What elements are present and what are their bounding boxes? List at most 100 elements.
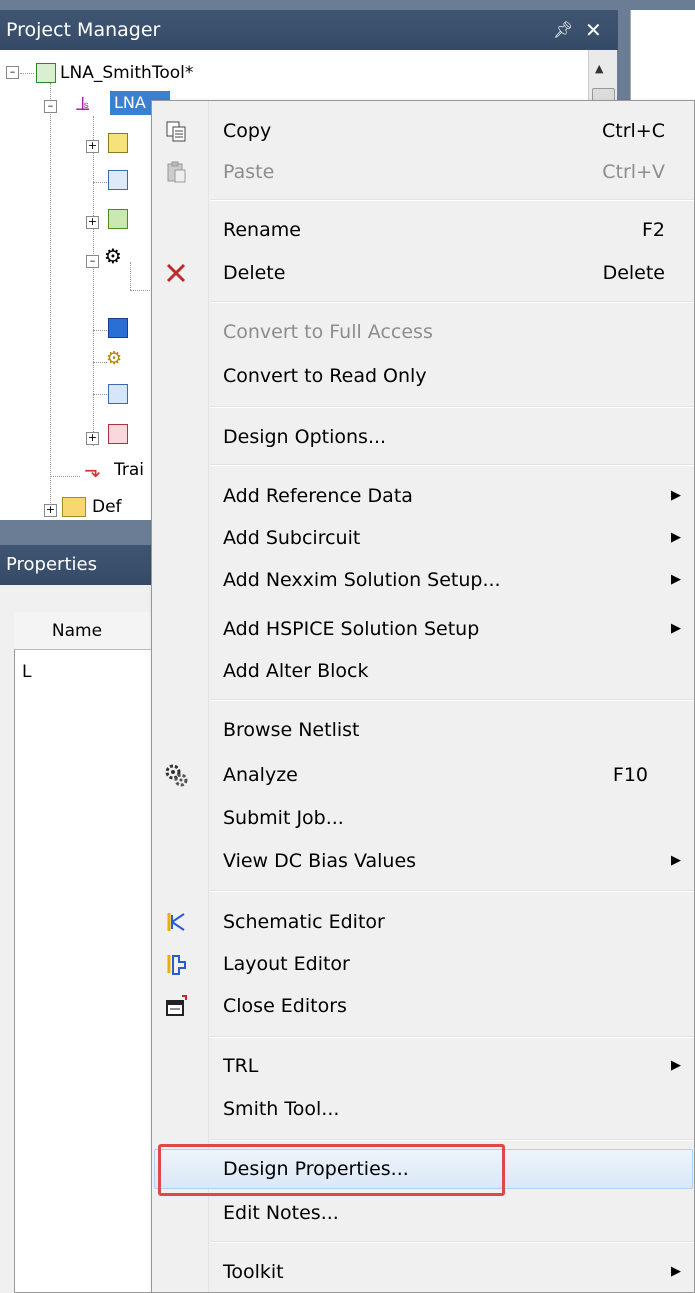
menu-item-smith-tool[interactable]: Smith Tool...: [152, 1089, 695, 1129]
menu-item-shortcut: Delete: [602, 262, 665, 284]
tree-expander[interactable]: +: [86, 136, 99, 156]
properties-column-name[interactable]: Name: [14, 612, 160, 650]
component-icon: [108, 170, 128, 190]
folder-icon: [62, 497, 86, 517]
tree-expander[interactable]: +: [86, 212, 99, 232]
tree-design-expander[interactable]: –: [44, 96, 57, 116]
menu-separator: [210, 406, 694, 408]
tree-expander[interactable]: +: [86, 428, 99, 448]
collapse-icon[interactable]: –: [6, 65, 19, 79]
setup-icon: ⚙: [106, 348, 123, 369]
properties-titlebar: Properties: [0, 545, 160, 585]
menu-item-shortcut: Ctrl+V: [602, 161, 665, 183]
menu-item-label: TRL: [223, 1055, 259, 1077]
menu-item-label: Browse Netlist: [223, 719, 360, 741]
annotation-highlight-box: [158, 1144, 505, 1196]
menu-item-label: View DC Bias Values: [223, 850, 417, 872]
analyze-icon: [165, 764, 188, 787]
properties-title: Properties: [6, 554, 97, 575]
menu-item-delete[interactable]: Delete Delete: [152, 253, 695, 293]
context-menu: Copy Ctrl+C Paste Ctrl+V Rename F2 Delet…: [151, 100, 695, 1293]
menu-item-close-editors[interactable]: Close Editors: [152, 986, 695, 1026]
paste-icon: [167, 161, 186, 183]
menu-item-add-subcircuit[interactable]: Add Subcircuit ▶: [152, 518, 695, 558]
properties-grid: [14, 612, 160, 1293]
menu-item-trl[interactable]: TRL ▶: [152, 1046, 695, 1086]
menu-item-label: Add HSPICE Solution Setup: [223, 618, 480, 640]
menu-item-label: Add Alter Block: [223, 660, 369, 682]
tree-line: [93, 362, 107, 363]
tree-expander[interactable]: +: [44, 500, 57, 520]
menu-item-schematic-editor[interactable]: Schematic Editor: [152, 902, 695, 942]
close-editors-icon: [166, 995, 187, 1016]
properties-cell[interactable]: L: [22, 662, 31, 682]
menu-item-submit-job[interactable]: Submit Job...: [152, 798, 695, 838]
menu-separator: [210, 890, 694, 892]
menu-item-shortcut: Ctrl+C: [602, 120, 665, 142]
menu-separator: [210, 699, 694, 701]
tree-line: [93, 116, 94, 446]
tree-item-definitions[interactable]: Def: [92, 497, 122, 517]
menu-item-browse-netlist[interactable]: Browse Netlist: [152, 710, 695, 750]
collapse-icon[interactable]: –: [44, 99, 57, 113]
menu-item-design-options[interactable]: Design Options...: [152, 417, 695, 457]
menu-item-convert-full-access[interactable]: Convert to Full Access: [152, 312, 695, 352]
menu-item-add-nexxim-setup[interactable]: Add Nexxim Solution Setup... ▶: [152, 560, 695, 600]
menu-item-label: Delete: [223, 262, 286, 284]
scroll-up-icon[interactable]: ▲: [595, 62, 603, 75]
submenu-arrow-icon: ▶: [671, 621, 681, 636]
menu-item-label: Convert to Full Access: [223, 321, 433, 343]
tree-root-label[interactable]: LNA_SmithTool*: [60, 62, 193, 84]
close-icon[interactable]: ✕: [585, 10, 602, 50]
menu-item-add-reference-data[interactable]: Add Reference Data ▶: [152, 476, 695, 516]
tree-line: [50, 476, 80, 477]
tree-expander[interactable]: –: [86, 251, 99, 271]
menu-item-label: Edit Notes...: [223, 1202, 339, 1224]
menu-item-label: Close Editors: [223, 995, 347, 1017]
menu-item-add-alter-block[interactable]: Add Alter Block: [152, 651, 695, 691]
pin-icon[interactable]: 📌︎: [553, 10, 573, 50]
menu-separator: [210, 301, 694, 303]
menu-item-analyze[interactable]: Analyze F10: [152, 755, 695, 795]
menu-item-paste[interactable]: Paste Ctrl+V: [152, 152, 695, 192]
menu-item-copy[interactable]: Copy Ctrl+C: [152, 111, 695, 151]
submenu-arrow-icon: ▶: [671, 488, 681, 503]
menu-separator: [210, 1139, 694, 1141]
submenu-arrow-icon: ▶: [671, 1264, 681, 1279]
menu-item-shortcut: F10: [612, 764, 648, 786]
menu-item-toolkit[interactable]: Toolkit ▶: [152, 1252, 695, 1292]
menu-item-layout-editor[interactable]: Layout Editor: [152, 944, 695, 984]
delete-icon: [166, 263, 186, 283]
submenu-arrow-icon: ▶: [671, 1058, 681, 1073]
menu-item-label: Smith Tool...: [223, 1098, 340, 1120]
project-manager-titlebar: Project Manager 📌︎ ✕: [0, 10, 618, 50]
analysis-icon: ⚙: [104, 244, 122, 268]
tree-root-row[interactable]: –: [6, 62, 19, 82]
menu-item-label: Add Nexxim Solution Setup...: [223, 569, 501, 591]
copy-icon: [166, 121, 186, 142]
menu-item-label: Rename: [223, 219, 301, 241]
tree-item-traces[interactable]: Trai: [114, 460, 144, 480]
menu-item-rename[interactable]: Rename F2: [152, 210, 695, 250]
menu-separator: [210, 464, 694, 466]
submenu-arrow-icon: ▶: [671, 572, 681, 587]
menu-item-add-hspice-setup[interactable]: Add HSPICE Solution Setup ▶: [152, 609, 695, 649]
results-icon: [108, 384, 128, 404]
tree-line: [93, 182, 107, 183]
menu-item-label: Toolkit: [223, 1261, 284, 1283]
menu-item-label: Design Options...: [223, 426, 387, 448]
menu-item-convert-read-only[interactable]: Convert to Read Only: [152, 356, 695, 396]
schematic-editor-icon: [167, 913, 185, 931]
tree-line: [93, 394, 107, 395]
tree-line: [130, 290, 150, 291]
schematic-icon: ⫡: [76, 91, 90, 115]
menu-item-label: Copy: [223, 120, 272, 142]
menu-separator: [210, 1241, 694, 1243]
submenu-arrow-icon: ▶: [671, 530, 681, 545]
menu-item-view-dc-bias[interactable]: View DC Bias Values ▶: [152, 841, 695, 881]
menu-item-edit-notes[interactable]: Edit Notes...: [152, 1193, 695, 1233]
tree-line: [50, 83, 51, 513]
menu-separator: [210, 1036, 694, 1038]
tree-line: [93, 330, 107, 331]
pdf-icon: ⬎: [84, 458, 101, 482]
